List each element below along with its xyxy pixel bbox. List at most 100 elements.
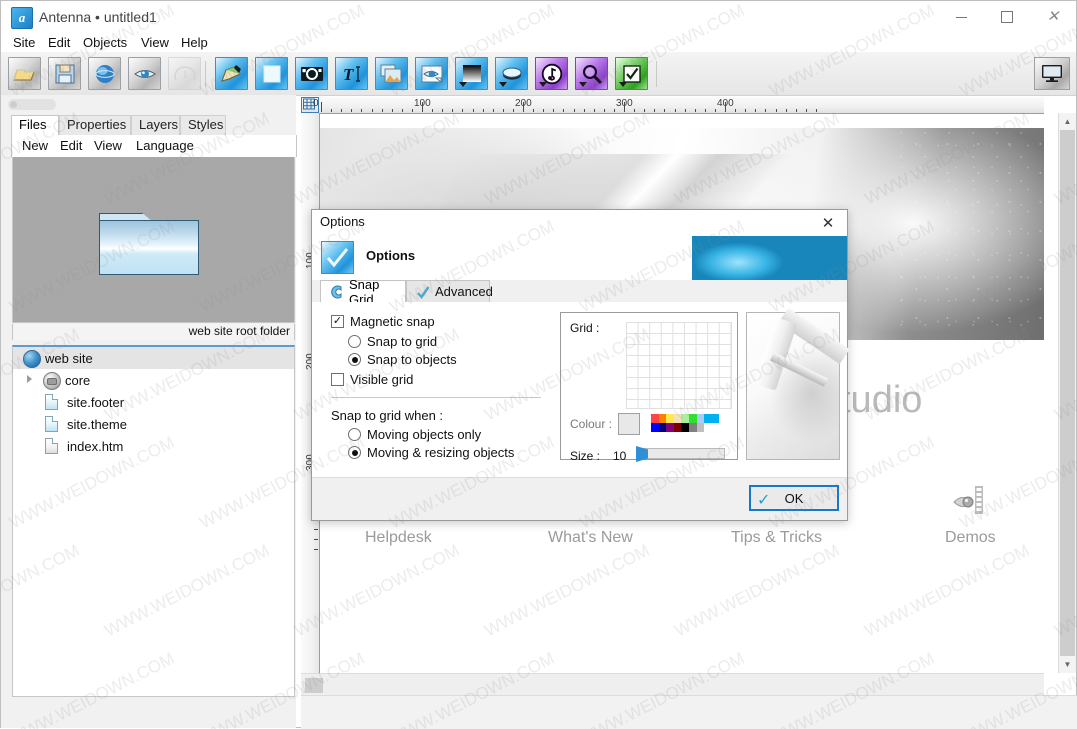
save-button[interactable]	[48, 57, 81, 90]
canvas-nav-demos[interactable]: Demos	[945, 529, 996, 547]
palette-swatch[interactable]	[666, 414, 674, 423]
gradient-button[interactable]	[455, 57, 488, 90]
dropdown-arrow-icon[interactable]	[579, 82, 587, 87]
panel-collapse-handle[interactable]	[8, 99, 56, 110]
snap-to-grid-radio[interactable]	[348, 335, 361, 348]
magnetic-snap-checkbox[interactable]: ✓	[331, 315, 344, 328]
palette-swatch[interactable]	[658, 414, 667, 423]
palette-swatch[interactable]	[651, 414, 659, 423]
moving-objects-only-radio[interactable]	[348, 428, 361, 441]
palette-swatch[interactable]	[681, 414, 689, 423]
slider-knob[interactable]	[636, 446, 648, 462]
rectangle-button[interactable]	[255, 57, 288, 90]
dropdown-arrow-icon[interactable]	[499, 82, 507, 87]
preview-button[interactable]	[128, 57, 161, 90]
images-button[interactable]	[375, 57, 408, 90]
paint-tool-button[interactable]	[215, 57, 248, 90]
dropdown-arrow-icon[interactable]	[459, 82, 467, 87]
menu-item-edit[interactable]: Edit	[44, 34, 74, 51]
horizontal-scroll-thumb[interactable]	[305, 678, 323, 693]
palette-swatch[interactable]	[704, 423, 712, 432]
publish-button[interactable]	[88, 57, 121, 90]
grid-settings-group: Grid : Colour : Size : 10	[560, 312, 738, 463]
tree-item-site-footer[interactable]: site.footer	[13, 391, 294, 413]
palette-swatch[interactable]	[651, 423, 659, 432]
ok-button[interactable]: ✓ OK	[749, 485, 839, 511]
visible-grid-checkbox[interactable]	[331, 373, 344, 386]
sound-button[interactable]	[535, 57, 568, 90]
palette-swatch[interactable]	[711, 414, 720, 423]
dialog-tabs: Snap Grid Advanced	[312, 277, 847, 307]
text-tool-button[interactable]: T	[335, 57, 368, 90]
open-folder-button[interactable]	[8, 57, 41, 90]
page-one-button[interactable]: 1	[168, 57, 201, 90]
palette-swatch[interactable]	[696, 423, 705, 432]
snap-to-objects-radio[interactable]	[348, 353, 361, 366]
dropdown-arrow-icon[interactable]	[619, 82, 627, 87]
form-check-button[interactable]	[615, 57, 648, 90]
palette-swatch[interactable]	[688, 423, 697, 432]
tab-styles[interactable]: Styles	[180, 115, 226, 135]
palette-swatch[interactable]	[673, 414, 682, 423]
current-colour-swatch[interactable]	[618, 413, 640, 435]
close-button[interactable]: ✕	[1030, 1, 1076, 33]
tree-item-index-htm[interactable]: index.htm	[13, 435, 294, 457]
tree-item-core[interactable]: core	[13, 369, 294, 391]
moving-objects-only-label: Moving objects only	[367, 427, 482, 442]
palette-swatch[interactable]	[658, 423, 667, 432]
tab-properties[interactable]: Properties	[59, 115, 131, 135]
palette-swatch[interactable]	[681, 423, 689, 432]
scroll-down-button[interactable]: ▼	[1059, 656, 1076, 673]
files-menu-edit[interactable]: Edit	[60, 138, 82, 153]
palette-swatch[interactable]	[666, 423, 674, 432]
camera-button[interactable]	[295, 57, 328, 90]
search-object-button[interactable]	[575, 57, 608, 90]
grid-size-slider[interactable]	[636, 446, 725, 462]
button-object-button[interactable]	[495, 57, 528, 90]
dialog-close-button[interactable]: ✕	[815, 212, 841, 234]
palette-swatch[interactable]	[696, 414, 705, 423]
moving-only-row[interactable]: Moving objects only	[348, 427, 481, 442]
canvas-horizontal-scrollbar[interactable]	[301, 673, 1044, 696]
ruler-major-tick	[624, 102, 625, 112]
rollover-button[interactable]	[415, 57, 448, 90]
palette-swatch[interactable]	[688, 414, 697, 423]
tab-layers[interactable]: Layers	[131, 115, 180, 135]
menu-item-help[interactable]: Help	[177, 34, 212, 51]
vertical-scroll-thumb[interactable]	[1060, 130, 1075, 656]
tree-item-site-theme[interactable]: site.theme	[13, 413, 294, 435]
files-menu-new[interactable]: New	[22, 138, 48, 153]
ruler-minor-tick	[613, 109, 615, 112]
tree-item-web-site[interactable]: web site	[13, 347, 294, 369]
magnetic-snap-row[interactable]: ✓ Magnetic snap	[331, 314, 435, 329]
colour-palette[interactable]	[651, 414, 720, 432]
moving-resizing-row[interactable]: Moving & resizing objects	[348, 445, 514, 460]
menu-item-site[interactable]: Site	[9, 34, 39, 51]
palette-swatch[interactable]	[711, 423, 720, 432]
magnet-icon	[330, 285, 344, 299]
dropdown-arrow-icon[interactable]	[539, 82, 547, 87]
files-menu-view[interactable]: View	[94, 138, 122, 153]
horizontal-ruler[interactable]: 0100200300400	[313, 97, 1044, 114]
files-menu-language[interactable]: Language	[136, 138, 194, 153]
preview-in-browser-button[interactable]	[1034, 57, 1070, 90]
tab-files[interactable]: Files	[11, 115, 59, 135]
menu-item-view[interactable]: View	[137, 34, 173, 51]
canvas-nav-tips-tricks[interactable]: Tips & Tricks	[731, 529, 822, 547]
chevron-right-icon[interactable]	[27, 375, 32, 383]
visible-grid-row[interactable]: Visible grid	[331, 372, 413, 387]
dialog-tab-advanced[interactable]: Advanced	[406, 280, 493, 302]
dialog-tab-snap-grid[interactable]: Snap Grid	[320, 277, 406, 307]
scroll-up-button[interactable]: ▲	[1059, 113, 1076, 130]
canvas-vertical-scrollbar[interactable]: ▲ ▼	[1058, 113, 1076, 673]
minimize-button[interactable]	[938, 1, 984, 33]
palette-swatch[interactable]	[704, 414, 712, 423]
snap-to-grid-row[interactable]: Snap to grid	[348, 334, 437, 349]
canvas-nav-helpdesk[interactable]: Helpdesk	[365, 529, 432, 547]
snap-to-objects-row[interactable]: Snap to objects	[348, 352, 457, 367]
maximize-button[interactable]	[984, 1, 1030, 33]
palette-swatch[interactable]	[673, 423, 682, 432]
canvas-nav-what-s-new[interactable]: What's New	[548, 529, 633, 547]
moving-resizing-radio[interactable]	[348, 446, 361, 459]
menu-item-objects[interactable]: Objects	[79, 34, 131, 51]
